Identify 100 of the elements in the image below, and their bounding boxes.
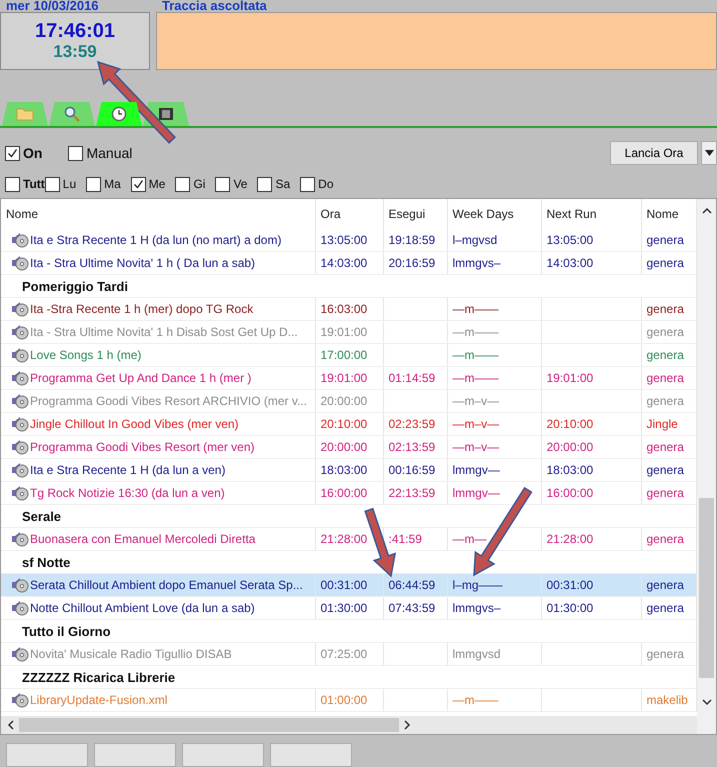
table-cell: 14:03:00 xyxy=(320,256,368,270)
table-cell: 01:30:00 xyxy=(546,601,594,615)
table-cell: Ita - Stra Ultime Novita' 1 h ( Da lun a sab) xyxy=(30,256,256,270)
table-cell: 00:31:00 xyxy=(546,578,594,592)
table-cell: Serata Chillout Ambient dopo Emanuel Serata Sp... xyxy=(30,578,303,592)
table-cell: —m–v— xyxy=(452,394,500,408)
option-checkbox[interactable]: On xyxy=(5,145,42,161)
table-cell: lmmgvs– xyxy=(452,256,501,270)
table-cell: 21:28:00 xyxy=(320,532,368,546)
table-cell: 20:00:00 xyxy=(320,394,368,408)
day-checkbox[interactable]: Me xyxy=(130,176,166,192)
option-checkbox[interactable]: Manual xyxy=(68,145,132,161)
table-cell: 21:28:00 xyxy=(546,532,594,546)
table-cell: 19:01:00 xyxy=(320,371,368,385)
table-cell: 00:16:59 xyxy=(388,463,436,477)
table-cell: lmmgv— xyxy=(452,486,500,500)
table-cell: 01:00:00 xyxy=(320,693,368,707)
day-checkbox[interactable]: Ve xyxy=(215,176,248,192)
table-cell: Jingle Chillout In Good Vibes (mer ven) xyxy=(30,417,239,431)
clock-time: 17:46:01 xyxy=(34,20,116,42)
table-cell: genera xyxy=(646,394,684,408)
table-cell: 17:00:00 xyxy=(320,348,368,362)
schedule-row[interactable]: Notte Chillout Ambient Love (da lun a sab) 01:30:00 07:43:59 lmmgvs– 01:30:00 genera xyxy=(1,596,696,620)
day-checkbox[interactable]: Lu xyxy=(44,176,76,192)
table-cell: lmmgvs– xyxy=(452,601,501,615)
schedule-row[interactable]: Love Songs 1 h (me) 17:00:00 —m—— genera xyxy=(1,344,696,366)
table-cell: 01:30:00 xyxy=(320,601,368,615)
table-cell: 18:03:00 xyxy=(546,463,594,477)
table-cell: 13:05:00 xyxy=(320,233,368,247)
table-cell: genera xyxy=(646,233,684,247)
table-cell: 07:25:00 xyxy=(320,647,368,661)
table-cell: Ita e Stra Recente 1 H (da lun (no mart) a dom) xyxy=(30,233,282,247)
column-header[interactable]: Ora xyxy=(315,199,383,229)
table-cell: 20:16:59 xyxy=(388,256,436,270)
schedule-row[interactable]: Programma Goodi Vibes Resort (mer ven) 20:00:00 02:13:59 —m–v— 20:00:00 genera xyxy=(1,436,696,458)
table-cell: genera xyxy=(646,532,684,546)
table-cell: 14:03:00 xyxy=(546,256,594,270)
group-label: Serale xyxy=(22,508,62,524)
table-cell: 02:23:59 xyxy=(388,417,436,431)
group-label: Tutto il Giorno xyxy=(22,624,111,638)
group-label: Pomeriggio Tardi xyxy=(22,278,128,294)
table-cell: genera xyxy=(646,601,684,615)
table-cell: 06:44:59 xyxy=(388,578,436,592)
column-header[interactable]: Week Days xyxy=(447,199,541,229)
table-cell: Programma Get Up And Dance 1 h (mer ) xyxy=(30,371,252,385)
table-cell: genera xyxy=(646,578,684,592)
table-cell: —m— xyxy=(452,532,486,546)
table-cell: genera xyxy=(646,256,684,270)
column-header[interactable]: Nome xyxy=(1,199,315,229)
schedule-row[interactable]: Jingle Chillout In Good Vibes (mer ven) 20:10:00 02:23:59 —m–v— 20:10:00 Jingle xyxy=(1,412,696,436)
table-cell: genera xyxy=(646,325,684,339)
table-cell: Ita e Stra Recente 1 H (da lun a ven) xyxy=(30,463,226,477)
table-cell: Programma Goodi Vibes Resort (mer ven) xyxy=(30,440,255,454)
table-cell: 07:43:59 xyxy=(388,601,436,615)
countdown-time: 13:59 xyxy=(53,42,97,62)
table-cell: Love Songs 1 h (me) xyxy=(30,348,142,362)
table-cell: lmmgvsd xyxy=(452,647,501,661)
table-cell: Tg Rock Notizie 16:30 (da lun a ven) xyxy=(30,486,225,500)
table-cell: LibraryUpdate-Fusion.xml xyxy=(30,693,168,707)
schedule-row[interactable]: Ita e Stra Recente 1 H (da lun (no mart) a dom) 13:05:00 19:18:59 l–mgvsd 13:05:00 genera xyxy=(1,229,696,252)
table-cell: 16:00:00 xyxy=(320,486,368,500)
table-cell: —m–v— xyxy=(452,440,500,454)
schedule-row[interactable]: Ita - Stra Ultime Novita' 1 h ( Da lun a sab) 14:03:00 20:16:59 lmmgvs– 14:03:00 genera xyxy=(1,252,696,274)
table-cell: l–mgvsd xyxy=(452,233,498,247)
schedule-row[interactable]: Ita e Stra Recente 1 H (da lun a ven) 18:03:00 00:16:59 lmmgv— 18:03:00 genera xyxy=(1,458,696,482)
table-cell: genera xyxy=(646,440,684,454)
table-cell: genera xyxy=(646,371,684,385)
table-cell: lmmgv— xyxy=(452,463,500,477)
schedule-row[interactable]: Ita -Stra Recente 1 h (mer) dopo TG Rock 16:03:00 —m—— genera xyxy=(1,298,696,320)
run-now-button[interactable]: Lancia Ora xyxy=(610,141,698,165)
table-cell: —m—— xyxy=(452,302,498,316)
day-checkbox[interactable]: Ma xyxy=(86,176,121,192)
day-checkbox[interactable]: Tutt xyxy=(5,176,45,192)
schedule-row[interactable]: Programma Get Up And Dance 1 h (mer ) 19:01:00 01:14:59 —m—— 19:01:00 genera xyxy=(1,366,696,390)
column-header[interactable]: Next Run xyxy=(541,199,641,229)
table-cell: 02:13:59 xyxy=(388,440,436,454)
table-cell: 20:10:00 xyxy=(546,417,594,431)
table-cell: genera xyxy=(646,302,684,316)
table-cell: 18:03:00 xyxy=(320,463,368,477)
group-label: sf Notte xyxy=(22,554,70,570)
schedule-row[interactable]: Serata Chillout Ambient dopo Emanuel Serata Sp... 00:31:00 06:44:59 l–mg—— 00:31:00 genera xyxy=(1,574,696,596)
table-cell: Buonasera con Emanuel Mercoledi Diretta xyxy=(30,532,256,546)
table-cell: 01:14:59 xyxy=(388,371,436,385)
schedule-row[interactable]: Ita - Stra Ultime Novita' 1 h Disab Sost Get Up D... 19:01:00 —m—— genera xyxy=(1,320,696,344)
table-cell: 19:18:59 xyxy=(388,233,436,247)
table-cell: —m—— xyxy=(452,348,498,362)
table-cell: —m–v— xyxy=(452,417,500,431)
table-cell: 16:00:00 xyxy=(546,486,594,500)
table-cell: genera xyxy=(646,348,684,362)
day-checkbox[interactable]: Sa xyxy=(257,176,290,192)
table-cell: 20:00:00 xyxy=(320,440,368,454)
table-cell: 13:05:00 xyxy=(546,233,594,247)
table-cell: Notte Chillout Ambient Love (da lun a sab) xyxy=(30,601,255,615)
table-cell: Programma Goodi Vibes Resort ARCHIVIO (mer v... xyxy=(30,394,307,408)
group-label: ZZZZZZ Ricarica Librerie xyxy=(22,670,176,684)
day-checkbox[interactable]: Do xyxy=(300,176,334,192)
track-label: Traccia ascoltata xyxy=(161,0,268,12)
table-cell: l–mg—— xyxy=(452,578,503,592)
schedule-row[interactable]: Programma Goodi Vibes Resort ARCHIVIO (mer v... 20:00:00 —m–v— genera xyxy=(1,390,696,412)
column-header[interactable]: Esegui xyxy=(383,199,447,229)
